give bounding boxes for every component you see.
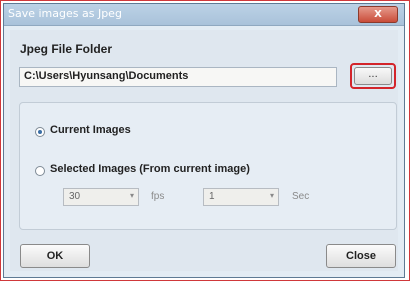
image-options-group: Current Images Selected Images (From cur…: [19, 102, 397, 230]
dialog-body: Jpeg File Folder C:\Users\Hyunsang\Docum…: [10, 30, 398, 271]
fps-unit-label: fps: [151, 191, 165, 202]
window-title: Save images as Jpeg: [8, 7, 122, 20]
folder-path-field[interactable]: C:\Users\Hyunsang\Documents: [19, 67, 337, 87]
selected-images-radio[interactable]: [35, 166, 45, 176]
sec-unit-label: Sec: [292, 191, 310, 202]
close-window-button[interactable]: X: [358, 6, 398, 23]
folder-path-text: C:\Users\Hyunsang\Documents: [24, 70, 189, 82]
sec-value: 1: [209, 191, 215, 202]
chevron-down-icon: ▾: [129, 191, 134, 200]
fps-dropdown[interactable]: 30 ▾: [63, 188, 139, 206]
sec-dropdown[interactable]: 1 ▾: [203, 188, 279, 206]
browse-folder-button[interactable]: ...: [354, 67, 392, 85]
current-images-label[interactable]: Current Images: [50, 124, 131, 136]
selected-images-label[interactable]: Selected Images (From current image): [50, 163, 250, 175]
browse-highlight: ...: [350, 63, 396, 89]
fps-value: 30: [69, 191, 81, 202]
title-bar[interactable]: Save images as Jpeg X: [4, 4, 404, 26]
close-button[interactable]: Close: [326, 244, 396, 268]
jpeg-folder-label: Jpeg File Folder: [20, 42, 113, 56]
ok-button[interactable]: OK: [20, 244, 90, 268]
current-images-radio[interactable]: [35, 127, 45, 137]
chevron-down-icon: ▾: [269, 191, 274, 200]
dialog-window: Save images as Jpeg X Jpeg File Folder C…: [3, 3, 405, 278]
